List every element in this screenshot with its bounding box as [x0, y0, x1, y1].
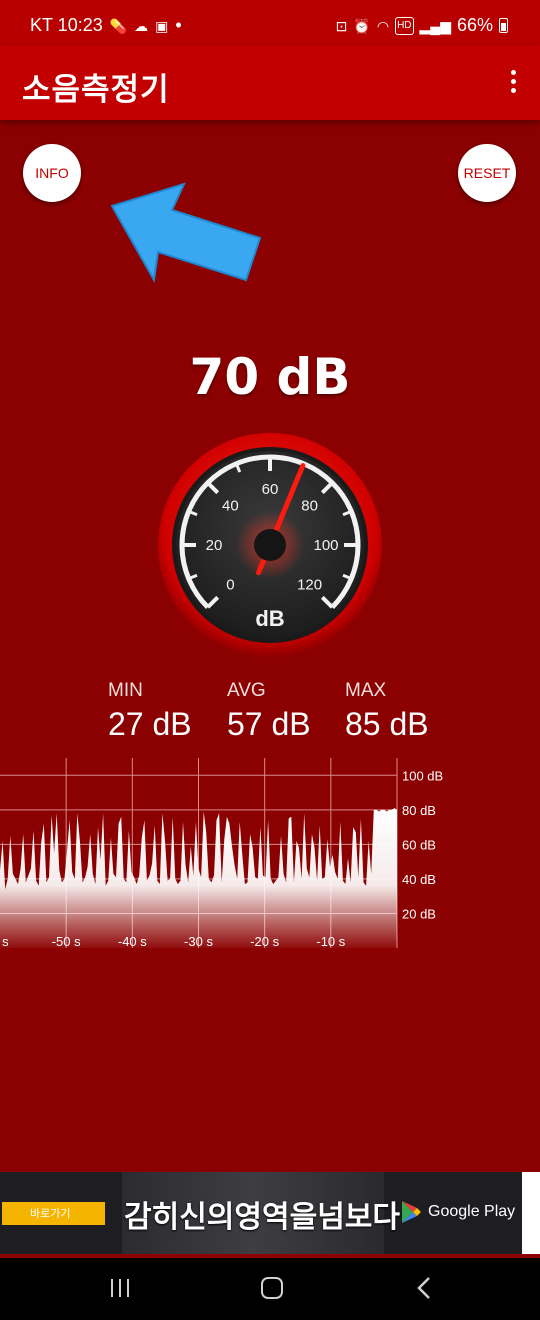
info-button[interactable]: INFO — [23, 144, 81, 202]
max-value: 85 dB — [345, 706, 429, 742]
alarm-icon: ⏰ — [353, 17, 371, 34]
google-play-icon — [402, 1201, 421, 1223]
ad-headline: 감히신의영역을넘보다 — [124, 1200, 400, 1235]
max-label: MAX — [345, 680, 387, 701]
lock-icon: ⊡ — [335, 17, 348, 34]
avg-stat: AVG 57 dB — [227, 680, 311, 743]
gauge-hub — [254, 529, 286, 561]
noise-history-chart: 100 dB 80 dB 60 dB 40 dB 20 dB 0 s -50 s -40 s… — [0, 758, 443, 949]
chart-x-tick-label: 0 s — [0, 934, 9, 949]
signal-icon: ▂▄▆ — [419, 17, 451, 34]
back-icon[interactable] — [416, 1276, 432, 1300]
ad-cta-button[interactable]: 바로가기 — [2, 1202, 105, 1225]
carrier-time: KT 10:23 — [30, 15, 103, 35]
min-stat: MIN 27 dB — [108, 680, 192, 743]
chart-x-tick-label: -40 s — [118, 934, 147, 949]
min-label: MIN — [108, 680, 143, 701]
google-play-label: Google Play — [428, 1203, 516, 1220]
max-stat: MAX 85 dB — [345, 680, 429, 743]
sound-gauge: 0 20 40 60 80 100 120 dB — [158, 433, 382, 657]
gallery-icon: ▣ — [155, 17, 169, 34]
pill-icon: 💊 — [109, 17, 128, 34]
ad-banner[interactable]: 바로가기 감히신의영역을넘보다 Google Play — [0, 1172, 540, 1254]
current-level-readout: 70 dB — [189, 348, 351, 406]
google-play-badge[interactable]: Google Play — [400, 1200, 515, 1224]
battery-level: 66% — [456, 15, 493, 35]
chart-y-labels: 100 dB 80 dB 60 dB 40 dB 20 dB — [402, 768, 443, 921]
chart-y-tick-label: 60 dB — [402, 837, 436, 852]
battery-icon — [499, 18, 508, 33]
recent-apps-icon[interactable] — [111, 1279, 131, 1297]
system-nav-bar — [0, 1258, 540, 1320]
gauge-scale-label: 60 — [262, 481, 279, 498]
more-notifications-dot: • — [175, 15, 182, 35]
chart-x-tick-label: -30 s — [184, 934, 213, 949]
gauge-scale-label: 40 — [222, 497, 239, 514]
gauge-unit-label: dB — [255, 606, 284, 631]
chart-x-tick-label: -20 s — [250, 934, 279, 949]
chart-y-tick-label: 20 dB — [402, 906, 436, 921]
gauge-scale-label: 0 — [226, 577, 234, 594]
reset-button[interactable]: RESET — [458, 144, 516, 202]
status-bar: KT 10:23 💊 ☁ ▣ • ⊡ ⏰ ◠ HD ▂▄▆ 66% — [0, 0, 540, 46]
chart-x-tick-label: -50 s — [52, 934, 81, 949]
app-bar: 소음측정기 — [0, 46, 540, 120]
status-right: ⊡ ⏰ ◠ HD ▂▄▆ 66% — [336, 15, 508, 36]
status-left: KT 10:23 💊 ☁ ▣ • — [30, 15, 182, 36]
gauge-scale-label: 120 — [297, 577, 322, 594]
gauge-scale-label: 80 — [301, 497, 318, 514]
chart-y-tick-label: 80 dB — [402, 803, 436, 818]
gauge-scale-label: 20 — [206, 537, 223, 554]
cloud-icon: ☁ — [134, 17, 149, 34]
chart-y-tick-label: 40 dB — [402, 872, 436, 887]
avg-value: 57 dB — [227, 706, 311, 742]
chart-y-tick-label: 100 dB — [402, 768, 443, 783]
overflow-menu-icon[interactable] — [506, 70, 520, 96]
hd-icon: HD — [395, 16, 414, 35]
chart-x-tick-label: -10 s — [316, 934, 345, 949]
app-title: 소음측정기 — [22, 72, 170, 108]
wifi-icon: ◠ — [376, 17, 390, 34]
home-icon[interactable] — [261, 1277, 283, 1299]
pointer-arrow-icon — [110, 182, 262, 284]
gauge-scale-label: 100 — [313, 537, 338, 554]
avg-label: AVG — [227, 680, 266, 701]
min-value: 27 dB — [108, 706, 192, 742]
